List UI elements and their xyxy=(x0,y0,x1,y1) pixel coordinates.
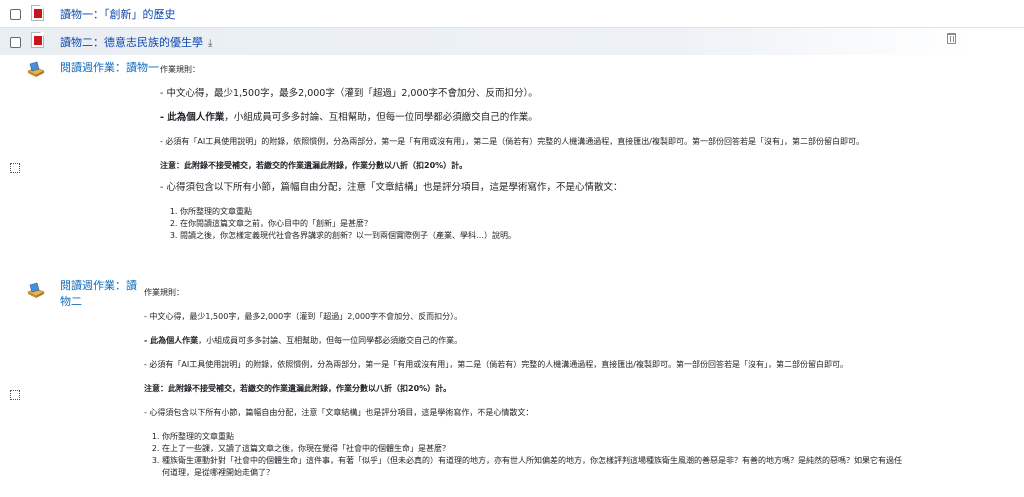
assignment-icon xyxy=(27,282,45,298)
list-item: 你所整理的文章重點 xyxy=(162,431,902,443)
trash-icon[interactable] xyxy=(947,33,956,44)
completion-checkbox-1[interactable] xyxy=(10,163,20,173)
divider xyxy=(0,27,1024,28)
rule-sections: - 心得須包含以下所有小節，篇幅自由分配，注意「文章結構」也是評分項目，這是學術… xyxy=(160,182,623,193)
rule-word-count: - 中文心得，最少1,500字，最多2,000字（灌到「超過」2,000字不會加… xyxy=(144,312,463,321)
list-item: 種族衛生運動針對「社會中的個體生命」這件事，有著「似乎」（但未必真的）有道理的地… xyxy=(162,455,902,479)
rule-sections: - 心得須包含以下所有小節，篇幅自由分配，注意「文章結構」也是評分項目，這是學術… xyxy=(144,408,534,417)
assignment-description-2: 作業規則： - 中文心得，最少1,500字，最多2,000字（灌到「超過」2,0… xyxy=(144,287,902,479)
list-item-text-cont: 何道理，是從哪裡開始走偏了？ xyxy=(162,468,274,477)
activity-checkbox-1[interactable] xyxy=(10,9,21,20)
rule-individual-rest: ，小組成員可多多討論、互相幫助，但每一位同學都必須繳交自己的作業。 xyxy=(198,336,463,345)
activity-link-reading-1[interactable]: 讀物一：「創新」的歷史 xyxy=(60,6,176,22)
rule-individual: - 此為個人作業，小組成員可多多討論、互相幫助，但每一位同學都必須繳交自己的作業… xyxy=(160,112,864,124)
assignment-link-2[interactable]: 閱讀週作業：讀 物二 xyxy=(60,278,137,310)
assignment-title-line1[interactable]: 閱讀週作業：讀 xyxy=(60,278,137,294)
section-list: 你所整理的文章重點 在上了一些課，又讀了這篇文章之後，你現在覺得「社會中的個體生… xyxy=(148,431,902,479)
rule-note: 注意：此附錄不接受補交，若繳交的作業遺漏此附錄，作業分數以八折（扣20%）計。 xyxy=(144,383,902,395)
rule-ai-appendix: - 必須有「AI工具使用說明」的附錄，依照慣例，分為兩部分，第一是「有用或沒有用… xyxy=(144,360,848,369)
rule-individual-bold: - 此為個人作業 xyxy=(160,112,225,123)
list-item-text: 種族衛生運動針對「社會中的個體生命」這件事，有著「似乎」（但未必真的）有道理的地… xyxy=(162,456,902,465)
assignment-description-1: 作業規則： - 中文心得，最少1,500字，最多2,000字（灌到「超過」2,0… xyxy=(160,64,864,242)
completion-checkbox-2[interactable] xyxy=(10,390,20,400)
rule-individual-rest: ，小組成員可多多討論、互相幫助，但每一位同學都必須繳交自己的作業。 xyxy=(224,112,538,123)
rule-ai-appendix: - 必須有「AI工具使用說明」的附錄，依照慣例，分為兩部分，第一是「有用或沒有用… xyxy=(160,137,864,146)
activity-checkbox-2[interactable] xyxy=(10,37,21,48)
assignment-link-1[interactable]: 閱讀週作業：讀物一 xyxy=(60,60,170,76)
rule-note: 注意：此附錄不接受補交，若繳交的作業遺漏此附錄，作業分數以八折（扣20%）計。 xyxy=(160,160,864,172)
pdf-icon xyxy=(31,32,44,48)
rule-individual: - 此為個人作業，小組成員可多多討論、互相幫助，但每一位同學都必須繳交自己的作業… xyxy=(144,335,902,347)
list-item: 你所整理的文章重點 xyxy=(180,206,864,218)
rules-heading: 作業規則： xyxy=(160,65,200,74)
list-item: 在你閱讀這篇文章之前，你心目中的「創新」是甚麼？ xyxy=(180,218,864,230)
activity-title[interactable]: 讀物二：德意志民族的優生學 xyxy=(60,36,203,49)
rule-note-bold: 注意：此附錄不接受補交，若繳交的作業遺漏此附錄，作業分數以八折（扣20%）計。 xyxy=(144,384,452,393)
list-item: 在上了一些課，又讀了這篇文章之後，你現在覺得「社會中的個體生命」是甚麼？ xyxy=(162,443,902,455)
rule-word-count: - 中文心得，最少1,500字，最多2,000字（灌到「超過」2,000字不會加… xyxy=(160,88,538,99)
rules-heading: 作業規則： xyxy=(144,288,184,297)
list-item: 閱讀之後，你怎樣定義現代社會各界講求的創新？以一到兩個實際例子（產業、學科…）說… xyxy=(180,230,864,242)
section-list: 你所整理的文章重點 在你閱讀這篇文章之前，你心目中的「創新」是甚麼？ 閱讀之後，… xyxy=(166,206,864,242)
assignment-icon xyxy=(27,61,45,77)
download-icon[interactable]: ⤓ xyxy=(208,38,212,49)
rule-note-bold: 注意：此附錄不接受補交，若繳交的作業遺漏此附錄，作業分數以八折（扣20%）計。 xyxy=(160,161,468,170)
activity-link-reading-2[interactable]: 讀物二：德意志民族的優生學 ⤓ xyxy=(60,34,212,50)
pdf-icon xyxy=(31,5,44,21)
rule-individual-bold: - 此為個人作業 xyxy=(144,336,199,345)
assignment-title-line2[interactable]: 物二 xyxy=(60,294,137,310)
